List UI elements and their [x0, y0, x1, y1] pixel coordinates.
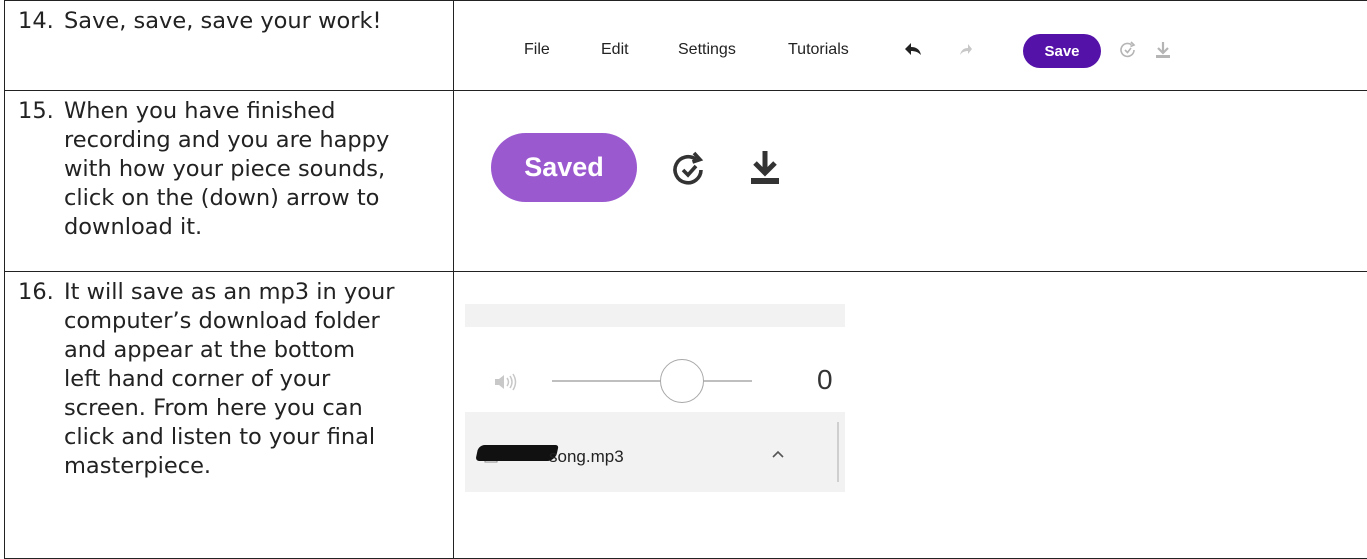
panel-top-strip [465, 304, 845, 327]
menu-settings[interactable]: Settings [678, 41, 736, 59]
step-number: 15. [18, 97, 64, 126]
step-14-instruction: 14.Save, save, save your work! [5, 1, 454, 91]
history-icon[interactable] [1118, 40, 1138, 60]
step-line: screen. From here you can [18, 394, 447, 423]
save-button[interactable]: Save [1023, 34, 1101, 68]
step-row-16: 16.It will save as an mp3 in your comput… [5, 272, 1367, 559]
step-number: 14. [18, 7, 64, 36]
menu-tutorials[interactable]: Tutorials [788, 41, 849, 59]
step-line: It will save as an mp3 in your [64, 279, 395, 305]
step-line: and appear at the bottom [18, 336, 447, 365]
volume-slider-knob[interactable] [660, 359, 704, 403]
editor-toolbar: File Edit Settings Tutorials Save [454, 1, 1367, 90]
step-16-screenshot: 0 song.mp3 [454, 272, 1367, 559]
download-icon[interactable] [748, 148, 782, 188]
step-row-15: 15.When you have finished recording and … [5, 91, 1367, 272]
menu-file[interactable]: File [524, 41, 550, 59]
saved-button[interactable]: Saved [491, 133, 637, 202]
step-15-screenshot: Saved [454, 91, 1367, 272]
divider [837, 422, 839, 482]
instructions-table: 14.Save, save, save your work! File Edit… [4, 0, 1367, 559]
history-icon[interactable] [669, 150, 709, 190]
undo-icon[interactable] [904, 41, 922, 57]
step-line: masterpiece. [18, 452, 447, 481]
step-line: computer’s download folder [18, 307, 447, 336]
step-15-instruction: 15.When you have finished recording and … [5, 91, 454, 272]
step-line: with how your piece sounds, [18, 155, 447, 184]
step-14-screenshot: File Edit Settings Tutorials Save [454, 1, 1367, 91]
redo-icon[interactable] [959, 43, 973, 56]
step-line: click and listen to your final [18, 423, 447, 452]
step-row-14: 14.Save, save, save your work! File Edit… [5, 1, 1367, 91]
chevron-up-icon[interactable] [771, 450, 785, 459]
step-line: Save, save, save your work! [64, 8, 382, 34]
step-line: click on the (down) arrow to [18, 184, 447, 213]
step-number: 16. [18, 278, 64, 307]
menu-edit[interactable]: Edit [601, 41, 629, 59]
volume-value: 0 [817, 364, 833, 396]
step-line: left hand corner of your [18, 365, 447, 394]
download-icon[interactable] [1154, 40, 1172, 60]
volume-icon[interactable] [493, 373, 519, 391]
download-item[interactable]: song.mp3 [465, 412, 845, 492]
download-file-name[interactable]: song.mp3 [549, 447, 624, 467]
step-line: recording and you are happy [18, 126, 447, 155]
volume-slider-track[interactable] [552, 380, 752, 382]
step-16-instruction: 16.It will save as an mp3 in your comput… [5, 272, 454, 559]
step-line: When you have finished [64, 98, 335, 124]
redaction-mark [475, 445, 558, 461]
step-line: download it. [18, 213, 447, 242]
